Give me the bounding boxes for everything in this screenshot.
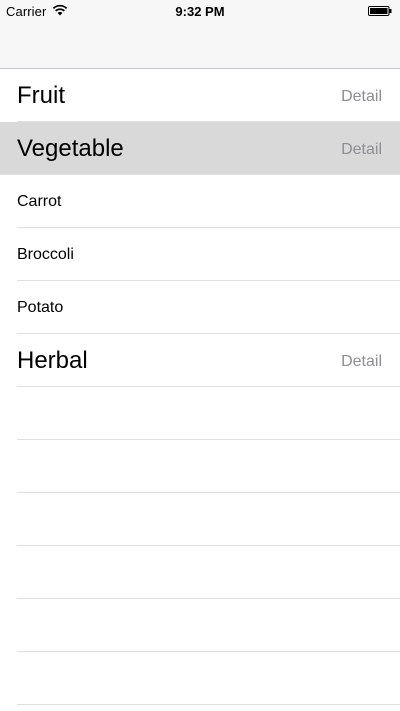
navigation-bar	[0, 22, 400, 68]
status-time: 9:32 PM	[175, 4, 225, 19]
list-item-potato[interactable]: Potato	[0, 281, 400, 334]
screen: Carrier 9:32 PM Fruit Detail Vegetable Deta…	[0, 0, 400, 711]
battery-icon	[368, 6, 392, 16]
top-bar: Carrier 9:32 PM	[0, 0, 400, 69]
empty-row	[0, 493, 400, 546]
section-row-vegetable[interactable]: Vegetable Detail	[0, 122, 400, 175]
row-title: Carrot	[17, 193, 62, 210]
list-item-broccoli[interactable]: Broccoli	[0, 228, 400, 281]
section-row-fruit[interactable]: Fruit Detail	[0, 69, 400, 122]
status-bar: Carrier 9:32 PM	[0, 0, 400, 22]
empty-row	[0, 546, 400, 599]
row-title: Broccoli	[17, 246, 74, 263]
empty-row	[0, 440, 400, 493]
row-title: Herbal	[17, 347, 88, 374]
empty-row	[0, 387, 400, 440]
empty-row	[0, 652, 400, 705]
row-title: Potato	[17, 299, 64, 316]
row-detail: Detail	[341, 353, 382, 370]
row-detail: Detail	[341, 88, 382, 105]
table-view[interactable]: Fruit Detail Vegetable Detail Carrot Broccoli…	[0, 69, 400, 705]
row-detail: Detail	[341, 141, 382, 158]
row-title: Fruit	[17, 82, 65, 109]
list-item-carrot[interactable]: Carrot	[0, 175, 400, 228]
row-title: Vegetable	[17, 135, 124, 162]
empty-row	[0, 599, 400, 652]
section-row-herbal[interactable]: Herbal Detail	[0, 334, 400, 387]
